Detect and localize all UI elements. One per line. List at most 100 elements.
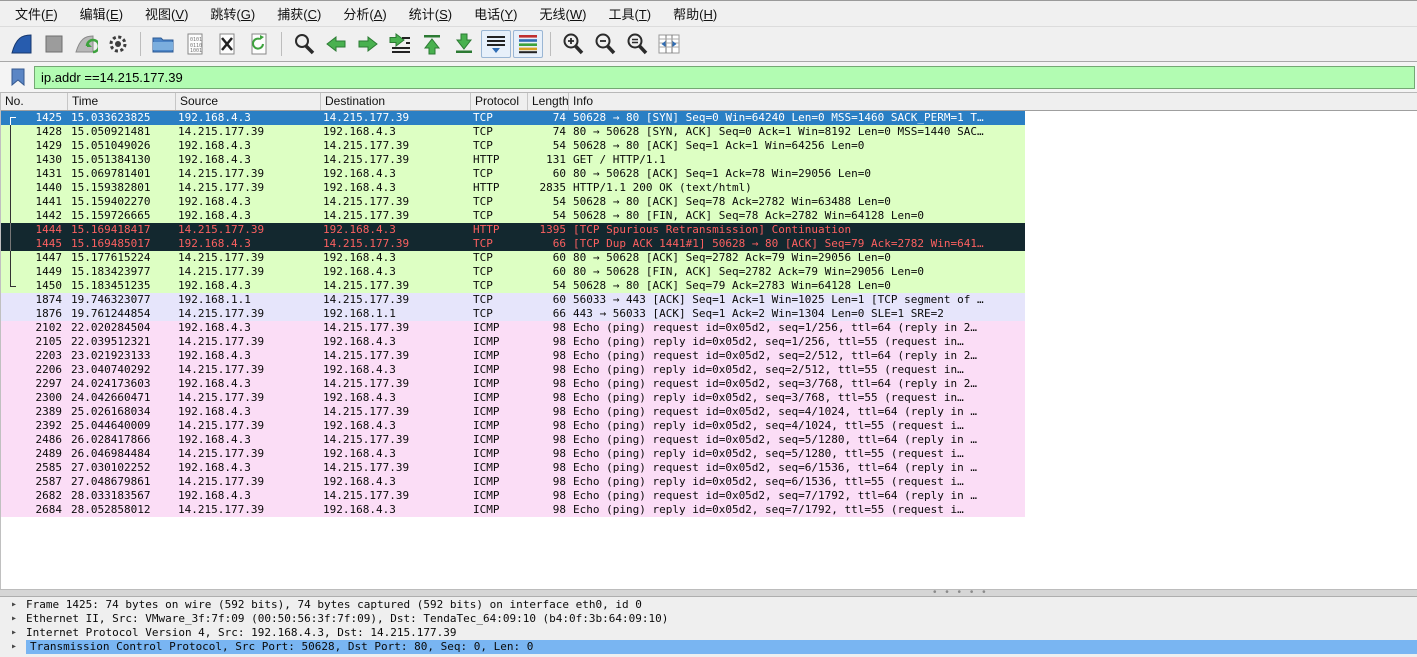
open-file-icon[interactable]	[148, 30, 178, 58]
packet-cell-source: 14.215.177.39	[176, 475, 321, 489]
packet-row[interactable]: 248926.04698448414.215.177.39192.168.4.3…	[1, 447, 1025, 461]
packet-cell-time: 26.046984484	[68, 447, 176, 461]
start-capture-icon[interactable]	[7, 30, 37, 58]
packet-cell-destination: 14.215.177.39	[321, 279, 471, 293]
packet-row[interactable]: 144415.16941841714.215.177.39192.168.4.3…	[1, 223, 1025, 237]
packet-row[interactable]: 143115.06978140114.215.177.39192.168.4.3…	[1, 167, 1025, 181]
conversation-bracket-icon	[10, 195, 16, 209]
menu-item-c[interactable]: 捕获(C)	[266, 1, 332, 26]
go-forward-icon[interactable]	[353, 30, 383, 58]
restart-capture-icon[interactable]	[71, 30, 101, 58]
pane-splitter[interactable]: • • • • •	[0, 589, 1417, 597]
packet-cell-destination: 14.215.177.39	[321, 195, 471, 209]
column-header-info[interactable]: Info	[569, 93, 1417, 110]
menu-item-g[interactable]: 跳转(G)	[199, 1, 266, 26]
menu-item-y[interactable]: 电话(Y)	[463, 1, 528, 26]
auto-scroll-icon[interactable]	[481, 30, 511, 58]
column-header-protocol[interactable]: Protocol	[471, 93, 528, 110]
packet-row[interactable]: 248626.028417866192.168.4.314.215.177.39…	[1, 433, 1025, 447]
packet-row[interactable]: 268228.033183567192.168.4.314.215.177.39…	[1, 489, 1025, 503]
packet-cell-length: 60	[528, 265, 569, 279]
menu-item-v[interactable]: 视图(V)	[134, 1, 199, 26]
packet-cell-length: 2835	[528, 181, 569, 195]
packet-row[interactable]: 144015.15938280114.215.177.39192.168.4.3…	[1, 181, 1025, 195]
go-first-icon[interactable]	[417, 30, 447, 58]
packet-row[interactable]: 144715.17761522414.215.177.39192.168.4.3…	[1, 251, 1025, 265]
expander-arrow-icon[interactable]: ▸	[11, 598, 17, 612]
packet-row[interactable]: 229724.024173603192.168.4.314.215.177.39…	[1, 377, 1025, 391]
packet-row[interactable]: 142815.05092148114.215.177.39192.168.4.3…	[1, 125, 1025, 139]
detail-row[interactable]: ▸Frame 1425: 74 bytes on wire (592 bits)…	[0, 598, 1417, 612]
go-back-icon[interactable]	[321, 30, 351, 58]
detail-row-text: Transmission Control Protocol, Src Port:…	[26, 640, 1417, 654]
packet-row[interactable]: 258527.030102252192.168.4.314.215.177.39…	[1, 461, 1025, 475]
packet-cell-length: 66	[528, 237, 569, 251]
conversation-bracket-icon	[10, 153, 16, 167]
packet-row[interactable]: 210222.020284504192.168.4.314.215.177.39…	[1, 321, 1025, 335]
detail-row[interactable]: ▸Ethernet II, Src: VMware_3f:7f:09 (00:5…	[0, 612, 1417, 626]
packet-row[interactable]: 230024.04266047114.215.177.39192.168.4.3…	[1, 391, 1025, 405]
save-file-icon[interactable]: 010101101001	[180, 30, 210, 58]
packet-row[interactable]: 143015.051384130192.168.4.314.215.177.39…	[1, 153, 1025, 167]
column-header-length[interactable]: Length	[528, 93, 569, 110]
column-header-source[interactable]: Source	[176, 93, 321, 110]
packet-cell-source: 14.215.177.39	[176, 335, 321, 349]
packet-cell-time: 15.033623825	[68, 111, 176, 125]
packet-row[interactable]: 220623.04074029214.215.177.39192.168.4.3…	[1, 363, 1025, 377]
packet-cell-info: Echo (ping) request id=0x05d2, seq=1/256…	[569, 321, 1025, 335]
packet-row[interactable]: 268428.05285801214.215.177.39192.168.4.3…	[1, 503, 1025, 517]
menu-item-t[interactable]: 工具(T)	[597, 1, 662, 26]
packet-row[interactable]: 142515.033623825192.168.4.314.215.177.39…	[1, 111, 1025, 125]
packet-cell-destination: 192.168.4.3	[321, 181, 471, 195]
find-packet-icon[interactable]	[289, 30, 319, 58]
detail-row[interactable]: ▸ Transmission Control Protocol, Src Port…	[0, 640, 1417, 654]
zoom-out-icon[interactable]	[590, 30, 620, 58]
go-to-packet-icon[interactable]	[385, 30, 415, 58]
reload-file-icon[interactable]	[244, 30, 274, 58]
detail-row[interactable]: ▸Internet Protocol Version 4, Src: 192.1…	[0, 626, 1417, 640]
zoom-in-icon[interactable]	[558, 30, 588, 58]
packet-row[interactable]: 238925.026168034192.168.4.314.215.177.39…	[1, 405, 1025, 419]
packet-row[interactable]: 144515.169485017192.168.4.314.215.177.39…	[1, 237, 1025, 251]
go-last-icon[interactable]	[449, 30, 479, 58]
column-header-time[interactable]: Time	[68, 93, 176, 110]
packet-cell-length: 98	[528, 335, 569, 349]
packet-row[interactable]: 142915.051049026192.168.4.314.215.177.39…	[1, 139, 1025, 153]
menu-item-h[interactable]: 帮助(H)	[662, 1, 728, 26]
packet-cell-info: 50628 → 80 [ACK] Seq=1 Ack=1 Win=64256 L…	[569, 139, 1025, 153]
packet-row[interactable]: 187419.746323077192.168.1.114.215.177.39…	[1, 293, 1025, 307]
packet-cell-info: Echo (ping) reply id=0x05d2, seq=2/512, …	[569, 363, 1025, 377]
menu-item-e[interactable]: 编辑(E)	[69, 1, 134, 26]
packet-cell-protocol: HTTP	[471, 223, 528, 237]
packet-cell-no: 2682	[1, 489, 68, 503]
column-header-destination[interactable]: Destination	[321, 93, 471, 110]
menu-item-w[interactable]: 无线(W)	[528, 1, 597, 26]
packet-row[interactable]: 239225.04464000914.215.177.39192.168.4.3…	[1, 419, 1025, 433]
zoom-reset-icon[interactable]	[622, 30, 652, 58]
packet-row[interactable]: 145015.183451235192.168.4.314.215.177.39…	[1, 279, 1025, 293]
packet-row[interactable]: 187619.76124485414.215.177.39192.168.1.1…	[1, 307, 1025, 321]
colorize-icon[interactable]	[513, 30, 543, 58]
menu-item-a[interactable]: 分析(A)	[332, 1, 397, 26]
filter-bookmark-button[interactable]	[6, 65, 30, 89]
menu-item-s[interactable]: 统计(S)	[398, 1, 463, 26]
resize-columns-icon[interactable]	[654, 30, 684, 58]
menu-item-f[interactable]: 文件(F)	[4, 1, 69, 26]
expander-arrow-icon[interactable]: ▸	[11, 640, 17, 654]
packet-cell-time: 22.020284504	[68, 321, 176, 335]
packet-row[interactable]: 210522.03951232114.215.177.39192.168.4.3…	[1, 335, 1025, 349]
packet-row[interactable]: 144115.159402270192.168.4.314.215.177.39…	[1, 195, 1025, 209]
expander-arrow-icon[interactable]: ▸	[11, 612, 17, 626]
packet-row[interactable]: 144215.159726665192.168.4.314.215.177.39…	[1, 209, 1025, 223]
display-filter-input[interactable]	[34, 66, 1415, 89]
packet-row[interactable]: 258727.04867986114.215.177.39192.168.4.3…	[1, 475, 1025, 489]
stop-capture-icon[interactable]	[39, 30, 69, 58]
packet-row[interactable]: 220323.021923133192.168.4.314.215.177.39…	[1, 349, 1025, 363]
capture-options-icon[interactable]	[103, 30, 133, 58]
packet-row[interactable]: 144915.18342397714.215.177.39192.168.4.3…	[1, 265, 1025, 279]
close-file-icon[interactable]	[212, 30, 242, 58]
expander-arrow-icon[interactable]: ▸	[11, 626, 17, 640]
packet-cell-info: [TCP Dup ACK 1441#1] 50628 → 80 [ACK] Se…	[569, 237, 1025, 251]
packet-list-header[interactable]: No.TimeSourceDestinationProtocolLengthIn…	[1, 93, 1417, 111]
column-header-no[interactable]: No.	[1, 93, 68, 110]
